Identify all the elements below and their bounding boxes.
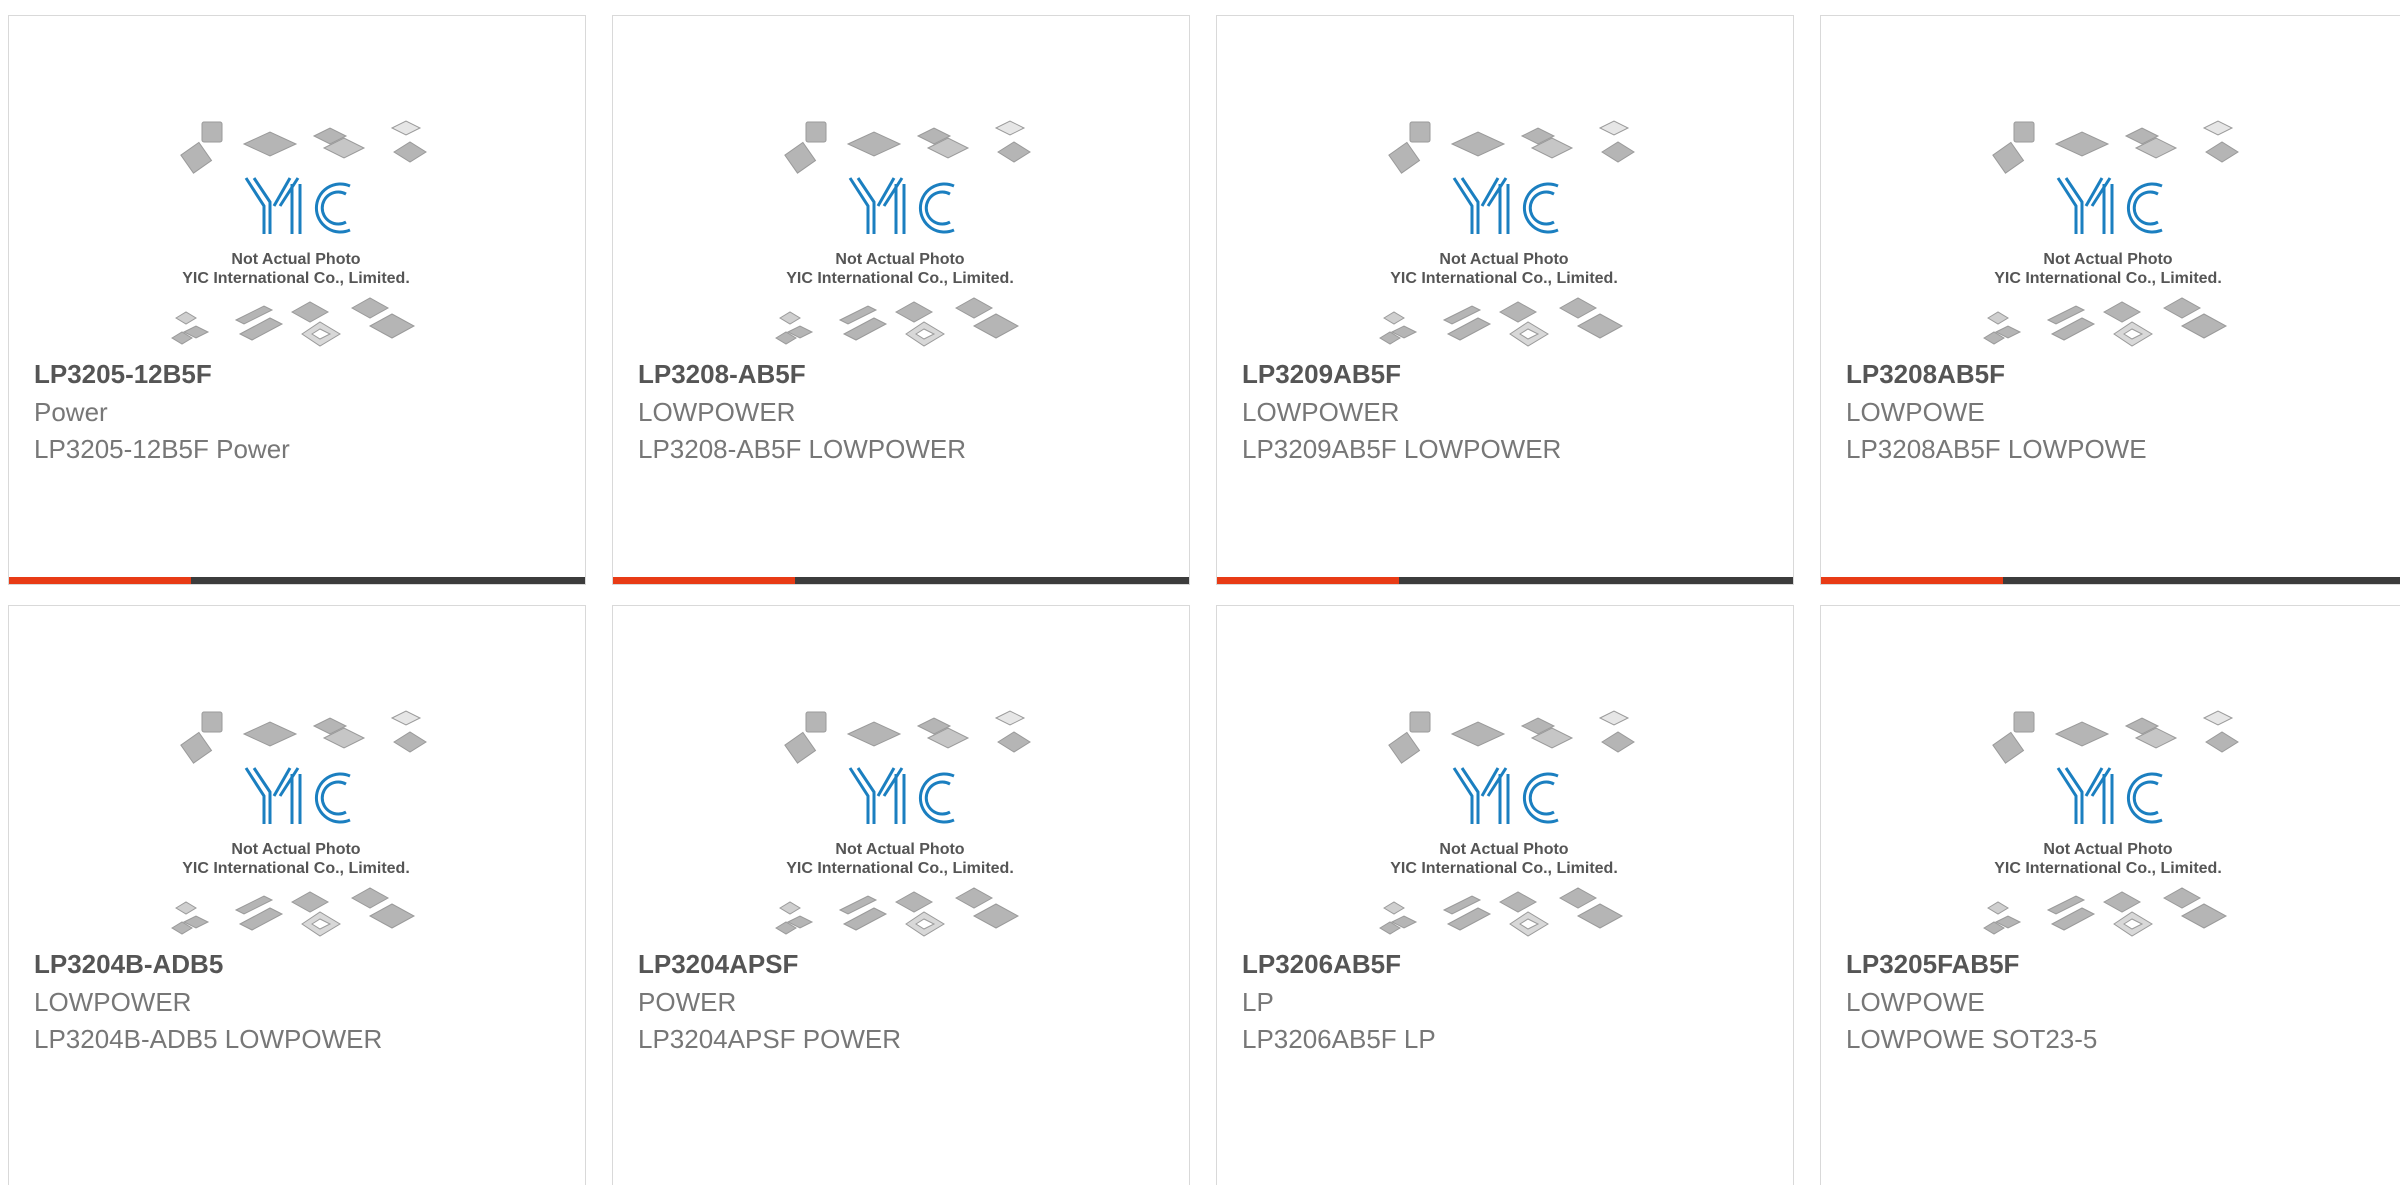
chip-icons-top: [180, 710, 427, 764]
placeholder-line2: YIC International Co., Limited.: [1390, 270, 1618, 287]
placeholder-line1: Not Actual Photo: [835, 251, 964, 268]
product-category: LOWPOWE: [1846, 987, 1985, 1017]
product-part-number[interactable]: LP3205-12B5F: [34, 359, 212, 390]
product-image-placeholder[interactable]: Not Actual Photo YIC International Co., …: [768, 106, 1033, 361]
card-bottom-bar: [1821, 577, 2400, 584]
product-description: LP3204APSF POWER: [638, 1024, 901, 1054]
product-category: LOWPOWER: [34, 987, 192, 1017]
product-card[interactable]: Not Actual Photo YIC International Co., …: [1216, 605, 1794, 1185]
product-part-number[interactable]: LP3206AB5F: [1242, 949, 1401, 980]
placeholder-line1: Not Actual Photo: [1439, 251, 1568, 268]
chip-icons-top: [1992, 120, 2239, 174]
yic-logo: [2056, 177, 2163, 234]
placeholder-line2: YIC International Co., Limited.: [786, 270, 1014, 287]
product-description: LP3208-AB5F LOWPOWER: [638, 434, 966, 464]
product-category: LOWPOWER: [1242, 397, 1400, 427]
product-image-placeholder[interactable]: Not Actual Photo YIC International Co., …: [164, 106, 429, 361]
placeholder-line1: Not Actual Photo: [231, 841, 360, 858]
chip-icons-bottom: [1379, 297, 1624, 347]
product-description: LP3204B-ADB5 LOWPOWER: [34, 1024, 383, 1054]
product-description: LP3208AB5F LOWPOWE: [1846, 434, 2147, 464]
product-part-number[interactable]: LP3208AB5F: [1846, 359, 2005, 390]
card-accent-bar: [1821, 577, 2003, 584]
product-image-placeholder[interactable]: Not Actual Photo YIC International Co., …: [164, 696, 429, 951]
product-category: Power: [34, 397, 108, 427]
product-part-number[interactable]: LP3205FAB5F: [1846, 949, 2019, 980]
chip-icons-bottom: [171, 887, 416, 937]
chip-icons-top: [784, 120, 1031, 174]
product-category: LP: [1242, 987, 1274, 1017]
placeholder-line1: Not Actual Photo: [2043, 841, 2172, 858]
product-part-number[interactable]: LP3204B-ADB5: [34, 949, 223, 980]
yic-logo: [244, 177, 351, 234]
placeholder-line2: YIC International Co., Limited.: [786, 860, 1014, 877]
product-grid: Not Actual Photo YIC International Co., …: [0, 0, 2400, 1185]
product-description: LP3209AB5F LOWPOWER: [1242, 434, 1562, 464]
chip-icons-top: [1388, 710, 1635, 764]
placeholder-line2: YIC International Co., Limited.: [182, 270, 410, 287]
placeholder-line2: YIC International Co., Limited.: [1994, 270, 2222, 287]
placeholder-line1: Not Actual Photo: [2043, 251, 2172, 268]
product-card[interactable]: Not Actual Photo YIC International Co., …: [612, 605, 1190, 1185]
product-card[interactable]: Not Actual Photo YIC International Co., …: [8, 15, 586, 585]
placeholder-line2: YIC International Co., Limited.: [1994, 860, 2222, 877]
placeholder-line2: YIC International Co., Limited.: [1390, 860, 1618, 877]
chip-icons-top: [784, 710, 1031, 764]
product-category: LOWPOWE: [1846, 397, 1985, 427]
product-image-placeholder[interactable]: Not Actual Photo YIC International Co., …: [1372, 106, 1637, 361]
chip-icons-top: [1388, 120, 1635, 174]
product-card[interactable]: Not Actual Photo YIC International Co., …: [612, 15, 1190, 585]
product-part-number[interactable]: LP3208-AB5F: [638, 359, 806, 390]
product-description: LOWPOWE SOT23-5: [1846, 1024, 2098, 1054]
product-card[interactable]: Not Actual Photo YIC International Co., …: [1820, 15, 2400, 585]
product-image-placeholder[interactable]: Not Actual Photo YIC International Co., …: [768, 696, 1033, 951]
card-bottom-bar: [1217, 577, 1793, 584]
product-part-number[interactable]: LP3204APSF: [638, 949, 798, 980]
product-card[interactable]: Not Actual Photo YIC International Co., …: [1216, 15, 1794, 585]
yic-logo: [848, 767, 955, 824]
placeholder-line1: Not Actual Photo: [1439, 841, 1568, 858]
product-image-placeholder[interactable]: Not Actual Photo YIC International Co., …: [1976, 696, 2241, 951]
yic-logo: [2056, 767, 2163, 824]
yic-logo: [848, 177, 955, 234]
placeholder-line1: Not Actual Photo: [835, 841, 964, 858]
card-bottom-bar: [9, 577, 585, 584]
product-category: LOWPOWER: [638, 397, 796, 427]
card-bottom-bar: [613, 577, 1189, 584]
product-image-placeholder[interactable]: Not Actual Photo YIC International Co., …: [1372, 696, 1637, 951]
chip-icons-bottom: [171, 297, 416, 347]
product-description: LP3205-12B5F Power: [34, 434, 290, 464]
chip-icons-top: [1992, 710, 2239, 764]
chip-icons-top: [180, 120, 427, 174]
card-accent-bar: [1217, 577, 1399, 584]
product-part-number[interactable]: LP3209AB5F: [1242, 359, 1401, 390]
chip-icons-bottom: [775, 887, 1020, 937]
card-accent-bar: [613, 577, 795, 584]
product-description: LP3206AB5F LP: [1242, 1024, 1436, 1054]
yic-logo: [1452, 767, 1559, 824]
card-accent-bar: [9, 577, 191, 584]
product-image-placeholder[interactable]: Not Actual Photo YIC International Co., …: [1976, 106, 2241, 361]
yic-logo: [1452, 177, 1559, 234]
product-category: POWER: [638, 987, 737, 1017]
chip-icons-bottom: [1983, 297, 2228, 347]
product-card[interactable]: Not Actual Photo YIC International Co., …: [1820, 605, 2400, 1185]
chip-icons-bottom: [1983, 887, 2228, 937]
yic-logo: [244, 767, 351, 824]
chip-icons-bottom: [775, 297, 1020, 347]
placeholder-line2: YIC International Co., Limited.: [182, 860, 410, 877]
chip-icons-bottom: [1379, 887, 1624, 937]
placeholder-line1: Not Actual Photo: [231, 251, 360, 268]
product-card[interactable]: Not Actual Photo YIC International Co., …: [8, 605, 586, 1185]
